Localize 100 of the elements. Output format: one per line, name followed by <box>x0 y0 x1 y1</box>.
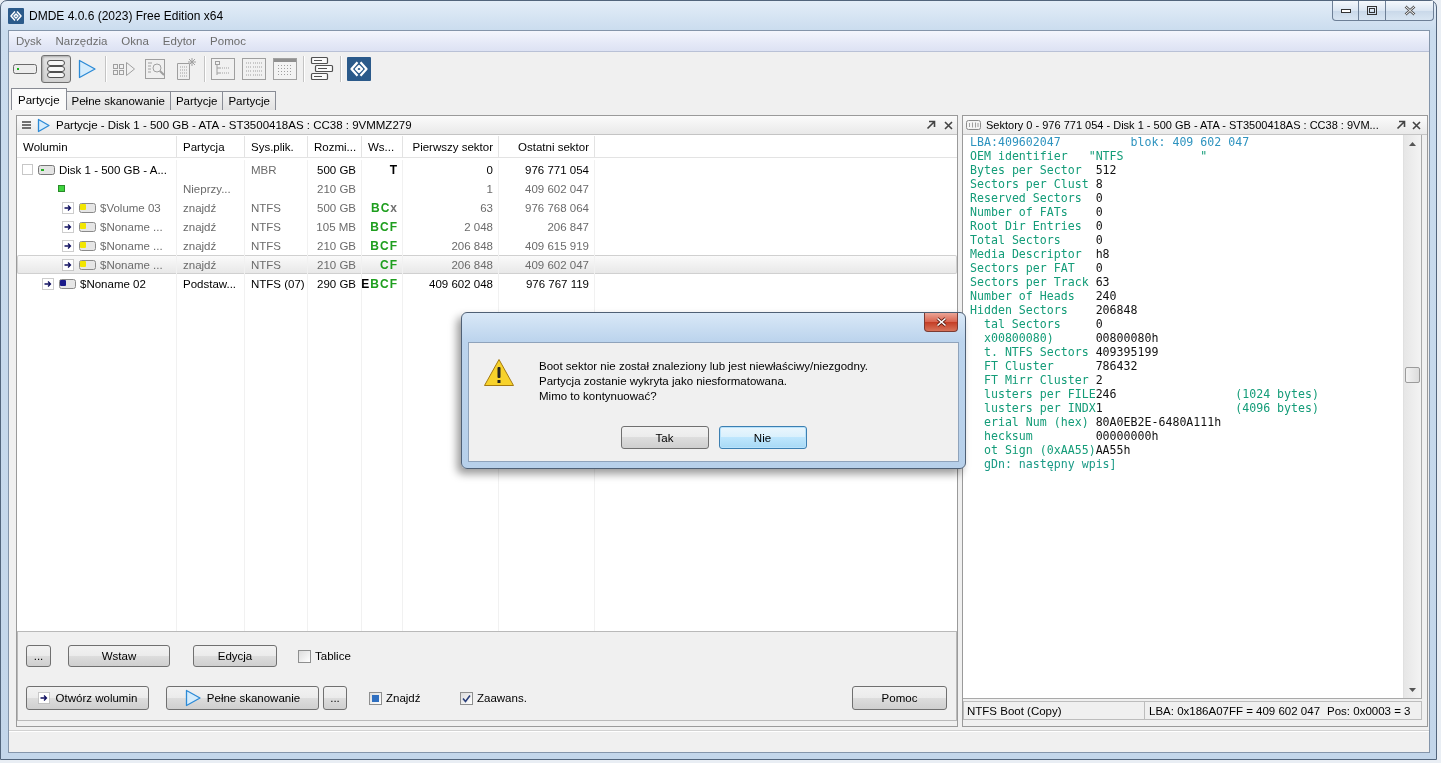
field-value: 786432 <box>1095 359 1139 373</box>
field-label: Sectors per Track <box>970 275 1090 289</box>
table-row[interactable]: Nieprzy... 210 GB 1 409 602 047 <box>17 179 957 198</box>
volume-name: $Noname ... <box>100 239 163 252</box>
field-value: 00000000h <box>1095 429 1160 443</box>
flag-letter: F <box>389 219 397 234</box>
field-value: 409395199 <box>1095 345 1160 359</box>
checkbox[interactable] <box>298 649 311 663</box>
table-cell: NTFS (07) <box>245 274 308 293</box>
document-sparkle-icon <box>175 57 197 81</box>
field-value: AA55h <box>1095 443 1132 457</box>
table-cell: 1 <box>403 179 499 198</box>
flag-letter: C <box>380 200 390 215</box>
volume-name: Disk 1 - 500 GB - A... <box>59 163 167 176</box>
table-cell: NTFS <box>245 198 308 217</box>
close-button[interactable] <box>924 313 958 332</box>
help-button[interactable]: Pomoc <box>852 686 947 710</box>
table-cell: 409 602 047 <box>499 179 595 198</box>
open-volume-button[interactable]: Otwórz wolumin <box>26 686 149 710</box>
column-header[interactable]: Pierwszy sektor <box>403 136 499 157</box>
table-row[interactable]: $Noname 02 Podstaw... NTFS (07) 290 GB EBCF 409 602 048 976 767 119 <box>17 274 957 293</box>
field-label: x00800080) <box>983 331 1055 345</box>
flag-letter: F <box>389 257 397 272</box>
flag-letter: x <box>390 200 397 215</box>
toolbar-button[interactable] <box>41 55 71 83</box>
flag-letter: F <box>389 276 397 291</box>
checkbox-label: Zaawans. <box>477 692 527 704</box>
table-row[interactable]: $Noname ... znajdź NTFS 105 MB BCF 2 048 206 847 <box>17 217 957 236</box>
play-icon <box>78 59 96 79</box>
diagonal-arrow-icon[interactable] <box>1396 120 1406 130</box>
play-icon <box>184 689 201 707</box>
table-cell: Nieprzy... <box>177 179 245 198</box>
down-arrow-icon <box>1409 687 1416 692</box>
tab[interactable]: Partycje <box>222 91 276 110</box>
volume-name: $Noname ... <box>100 220 163 233</box>
column-header[interactable]: Ws... <box>362 136 403 157</box>
warning-icon <box>483 358 515 387</box>
window-title: DMDE 4.0.6 (2023) Free Edition x64 <box>29 8 224 23</box>
action-button[interactable]: Wstaw <box>68 645 170 667</box>
field-value: "NTFS " <box>1088 149 1209 163</box>
checkbox-label: Znajdź <box>386 692 421 704</box>
drive-icon <box>13 63 37 75</box>
field-label: tal Sectors <box>983 317 1062 331</box>
close-button[interactable] <box>1386 1 1434 21</box>
close-icon <box>935 317 947 327</box>
close-icon[interactable] <box>944 120 953 130</box>
tab[interactable]: Pełne skanowanie <box>65 91 171 110</box>
toolbar-button[interactable] <box>344 55 374 83</box>
close-icon[interactable] <box>1412 120 1421 130</box>
volume-name: $Volume 03 <box>100 201 161 214</box>
table-row[interactable]: $Noname ... znajdź NTFS 210 GB CF 206 848 409 602 047 <box>17 255 957 274</box>
more-button[interactable]: ... <box>323 686 347 710</box>
maximize-button[interactable] <box>1359 1 1386 21</box>
maximize-icon <box>1367 6 1377 15</box>
field-label: Sectors per FAT <box>970 261 1076 275</box>
action-button[interactable]: Edycja <box>193 645 277 667</box>
tab[interactable]: Partycje <box>169 91 224 110</box>
table-cell: 206 847 <box>499 217 595 236</box>
flag-letter: B <box>370 219 379 234</box>
scrollbar-thumb[interactable] <box>1405 367 1420 383</box>
dialog-button[interactable]: Nie <box>718 426 807 449</box>
squares-arrow-icon <box>112 61 136 77</box>
flag-letter: B <box>370 276 379 291</box>
menu-icon[interactable] <box>22 121 31 129</box>
checkbox[interactable] <box>460 691 473 705</box>
field-value: 80A0EB2E-6480A111h <box>1095 415 1223 429</box>
minimize-icon <box>1340 8 1351 13</box>
status-cell: NTFS Boot (Copy) <box>963 701 1145 720</box>
column-header[interactable]: Rozmi... <box>308 136 362 157</box>
column-header[interactable]: Ostatni sektor <box>499 136 595 157</box>
table-cell: 976 768 064 <box>499 198 595 217</box>
flag-letter: C <box>380 219 389 234</box>
diamond-logo-icon <box>8 7 24 24</box>
column-header[interactable]: Wolumin <box>17 136 177 157</box>
scrollbar[interactable] <box>1403 135 1421 698</box>
minimize-button[interactable] <box>1332 1 1359 21</box>
diagonal-arrow-icon[interactable] <box>926 120 936 130</box>
table-row[interactable]: Disk 1 - 500 GB - A... MBR 500 GB T 0 976 771 054 <box>17 160 957 179</box>
tab[interactable]: Partycje <box>11 88 67 110</box>
field-value: 0 <box>1095 317 1104 331</box>
tick-icon <box>462 693 471 703</box>
table-cell: znajdź <box>177 198 245 217</box>
table-cell: 500 GB <box>308 160 362 179</box>
scan-button[interactable]: Pełne skanowanie <box>166 686 319 710</box>
table-row[interactable]: $Volume 03 znajdź NTFS 500 GB BCx 63 976 768 064 <box>17 198 957 217</box>
column-header[interactable]: Partycja <box>177 136 245 157</box>
drive-icon <box>79 221 96 232</box>
more-button[interactable]: ... <box>26 645 51 667</box>
dialog-button[interactable]: Tak <box>620 426 709 449</box>
field-label: erial Num (hex) <box>983 415 1090 429</box>
field-label: Media Descriptor <box>970 247 1083 261</box>
drive-icon <box>79 240 96 251</box>
field-value: 0 <box>1095 233 1104 247</box>
field-label: lusters per INDX <box>983 401 1096 415</box>
drive-icon <box>38 164 55 175</box>
table-cell: 409 602 048 <box>403 274 499 293</box>
field-value: 0 <box>1095 219 1104 233</box>
column-header[interactable]: Sys.plik. <box>245 136 308 157</box>
field-value: 1 <box>1095 401 1104 415</box>
field-value: 0 <box>1095 191 1104 205</box>
